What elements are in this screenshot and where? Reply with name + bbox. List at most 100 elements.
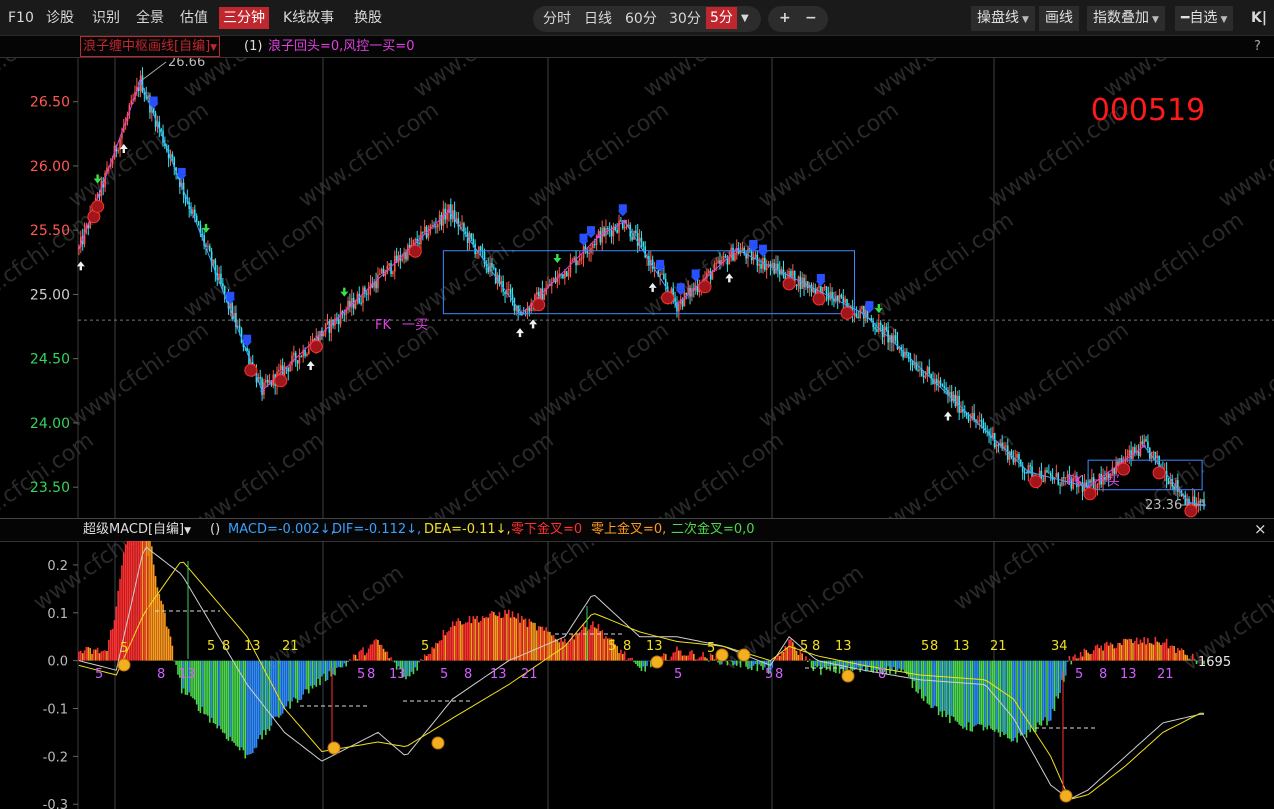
blue-sell-arrow-icon <box>692 269 700 276</box>
buy-label: 一买 <box>402 318 428 333</box>
green-arrow-icon <box>553 258 561 263</box>
candle-body <box>917 370 919 371</box>
fib-count-label: 5 <box>95 667 103 682</box>
y-tick-label: 25.50 <box>30 223 70 239</box>
white-buy-arrow-icon <box>120 144 128 149</box>
candle-body <box>635 231 637 233</box>
period-30min[interactable]: 30分 <box>665 8 705 30</box>
fib-count-label: 21 <box>990 639 1007 654</box>
candle-body <box>708 271 710 273</box>
period-60min[interactable]: 60分 <box>621 8 661 30</box>
blue-sell-arrow-icon <box>587 226 595 233</box>
candle-body <box>586 251 588 253</box>
candle-body <box>719 260 721 264</box>
candle-body <box>715 263 717 264</box>
help-icon[interactable]: ? <box>1254 36 1261 57</box>
tb-identify[interactable]: 识别 <box>88 7 124 29</box>
candle-body <box>811 285 813 292</box>
tb-panorama[interactable]: 全景 <box>132 7 168 29</box>
watermark-text: www.cfchi.com <box>1214 318 1274 433</box>
candle-body <box>766 265 768 270</box>
green-arrow-icon <box>343 288 345 292</box>
macd-indicator-select[interactable]: 超级MACD[自编]▼ <box>83 519 191 542</box>
macd-indicator-bar: 超级MACD[自编]▼ () MACD=-0.002↓, DIF=-0.112↓… <box>0 518 1274 542</box>
period-5min[interactable]: 5分 <box>706 7 737 29</box>
fib-count-label: 8 <box>367 667 375 682</box>
red-signal-marker <box>783 278 795 290</box>
thumbs-up-icon <box>716 649 728 661</box>
tb-f10[interactable]: F10 <box>4 7 38 29</box>
watermark-text: www.cfchi.com <box>409 58 558 103</box>
index-overlay-button[interactable]: 指数叠加▼ <box>1087 6 1165 31</box>
candle-body <box>1130 450 1132 459</box>
collapse-panel-icon[interactable]: K| <box>1247 7 1271 29</box>
candle-body <box>476 253 478 255</box>
candle-body <box>788 271 790 278</box>
blue-sell-arrow-icon <box>150 96 158 103</box>
candle-body <box>340 311 342 324</box>
candle-body <box>385 274 387 276</box>
candle-body <box>401 259 403 261</box>
candle-body <box>424 227 426 233</box>
fib-count-label: 21 <box>521 667 538 682</box>
fib-count-label: 5 <box>421 639 429 654</box>
low-price-label: 23.36 <box>1145 498 1182 513</box>
blue-sell-arrow-icon <box>759 245 767 252</box>
candle-body <box>949 392 951 395</box>
fib-count-label: 13 <box>490 667 507 682</box>
zigzag-segment <box>449 211 522 314</box>
tb-diagnose[interactable]: 诊股 <box>42 7 78 29</box>
fib-count-label: 8 <box>930 639 938 654</box>
fib-count-label: 13 <box>835 639 852 654</box>
candle-body <box>861 306 863 310</box>
tb-three-minute[interactable]: 三分钟 <box>219 7 269 29</box>
watermark-text: www.cfchi.com <box>869 208 1018 323</box>
candle-body <box>299 356 301 363</box>
candle-body <box>196 216 198 221</box>
candle-body <box>1115 461 1117 474</box>
candle-body <box>493 267 495 268</box>
candle-body <box>422 232 424 233</box>
watchlist-button[interactable]: ━自选▼ <box>1175 6 1233 31</box>
tb-valuation[interactable]: 估值 <box>176 7 212 29</box>
trade-line-button[interactable]: 操盘线▼ <box>971 6 1035 31</box>
candle-body <box>1048 473 1050 474</box>
candle-body <box>857 317 859 318</box>
y-tick-label: 0.2 <box>47 559 68 574</box>
candle-body <box>261 378 263 394</box>
candle-body <box>624 227 626 228</box>
candle-body <box>829 292 831 300</box>
candle-body <box>512 294 514 297</box>
zoom-out-button[interactable]: − <box>801 7 821 29</box>
candle-body <box>562 274 564 278</box>
candle-body <box>641 238 643 242</box>
period-daily[interactable]: 日线 <box>580 8 616 30</box>
zoom-in-button[interactable]: + <box>775 7 795 29</box>
watermark-text: www.cfchi.com <box>179 208 328 323</box>
draw-line-button[interactable]: 画线 <box>1039 6 1079 31</box>
candle-body <box>379 274 381 275</box>
indicator-select[interactable]: 浪子缠中枢画线[自编]▼ <box>80 36 220 57</box>
indicator-param: (1) <box>244 36 262 57</box>
period-dropdown-icon[interactable]: ▼ <box>737 8 753 30</box>
candle-body <box>1142 442 1144 445</box>
candle-body <box>859 309 861 318</box>
candle-body <box>388 263 390 266</box>
watermark-text: www.cfchi.com <box>64 98 213 213</box>
tb-kline-story[interactable]: K线故事 <box>279 7 338 29</box>
caret-down-icon: ▼ <box>1220 15 1227 25</box>
fib-count-label: 8 <box>775 667 783 682</box>
close-panel-icon[interactable]: × <box>1254 519 1267 540</box>
candle-body <box>415 239 417 240</box>
period-intraday[interactable]: 分时 <box>539 8 575 30</box>
candle-body <box>906 352 908 353</box>
candle-body <box>1018 454 1020 460</box>
y-tick-label: 26.50 <box>30 95 70 111</box>
candle-body <box>942 384 944 387</box>
main-indicator-bar: 浪子缠中枢画线[自编]▼ (1) 浪子回头=0,风控一买=0 ? <box>0 36 1274 58</box>
tb-switch-stock[interactable]: 换股 <box>350 7 386 29</box>
candle-body <box>912 362 914 365</box>
candle-body <box>686 293 688 295</box>
candle-body <box>603 228 605 236</box>
candle-body <box>856 313 858 317</box>
